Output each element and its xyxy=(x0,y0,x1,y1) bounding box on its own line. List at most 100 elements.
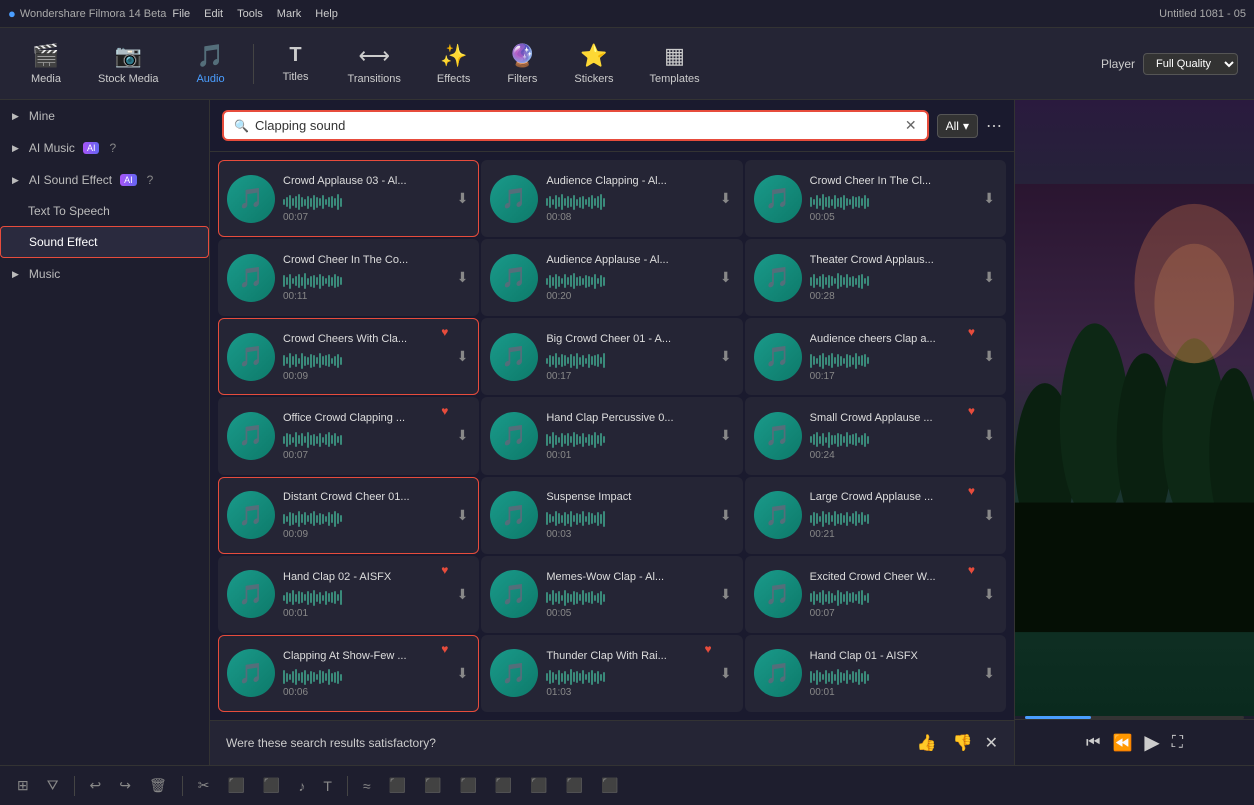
sound-play-icon[interactable]: 🎵 xyxy=(754,333,802,381)
tool-1[interactable]: ⬛ xyxy=(384,774,411,797)
sidebar-sound-effect[interactable]: Sound Effect xyxy=(0,226,209,258)
download-button-5[interactable]: ⬇ xyxy=(718,267,734,288)
sound-card-13[interactable]: 🎵 Distant Crowd Cheer 01... 00:09 ⬇ xyxy=(218,477,479,554)
sound-play-icon[interactable]: 🎵 xyxy=(227,175,275,223)
cut-button[interactable]: ✂ xyxy=(193,774,215,797)
sound-play-icon[interactable]: 🎵 xyxy=(227,570,275,618)
fullscreen-button[interactable]: ⛶ xyxy=(1172,734,1183,752)
sound-card-17[interactable]: 🎵 Memes-Wow Clap - Al... 00:05 ⬇ xyxy=(481,556,742,633)
toolbar-filters[interactable]: 🔮 Filters xyxy=(492,37,552,91)
sound-play-icon[interactable]: 🎵 xyxy=(754,570,802,618)
sidebar-text-to-speech[interactable]: Text To Speech xyxy=(0,196,209,226)
sound-play-icon[interactable]: 🎵 xyxy=(490,649,538,697)
clear-search-button[interactable]: ✕ xyxy=(905,117,917,134)
menu-mark[interactable]: Mark xyxy=(277,8,301,20)
sound-play-icon[interactable]: 🎵 xyxy=(490,175,538,223)
download-button-13[interactable]: ⬇ xyxy=(455,505,471,526)
sidebar-item-ai-sound[interactable]: ▶ AI Sound Effect AI ? xyxy=(0,164,209,196)
download-button-1[interactable]: ⬇ xyxy=(455,188,471,209)
sound-card-12[interactable]: ♥ 🎵 Small Crowd Applause ... 00:24 ⬇ xyxy=(745,397,1006,474)
toolbar-transitions[interactable]: ⟷ Transitions xyxy=(334,37,415,91)
download-button-16[interactable]: ⬇ xyxy=(455,584,471,605)
download-button-21[interactable]: ⬇ xyxy=(981,663,997,684)
thumbs-up-button[interactable]: 👍 xyxy=(913,731,941,755)
download-button-9[interactable]: ⬇ xyxy=(981,346,997,367)
menu-file[interactable]: File xyxy=(172,8,190,20)
pointer-tool-button[interactable]: ⛛ xyxy=(42,774,64,797)
split-button[interactable]: ⬛ xyxy=(222,774,249,797)
sound-card-8[interactable]: 🎵 Big Crowd Cheer 01 - A... 00:17 ⬇ xyxy=(481,318,742,395)
crop-button[interactable]: ⬛ xyxy=(258,774,285,797)
redo-button[interactable]: ↪ xyxy=(114,774,136,797)
sound-card-18[interactable]: ♥ 🎵 Excited Crowd Cheer W... 00:07 ⬇ xyxy=(745,556,1006,633)
search-input-wrap[interactable]: 🔍 ✕ xyxy=(222,110,929,141)
grid-view-button[interactable]: ⊞ xyxy=(12,774,34,797)
sound-card-10[interactable]: ♥ 🎵 Office Crowd Clapping ... 00:07 ⬇ xyxy=(218,397,479,474)
toolbar-stock[interactable]: 📷 Stock Media xyxy=(84,37,173,91)
audio-button[interactable]: ♪ xyxy=(293,775,310,797)
filter-dropdown[interactable]: All ▾ xyxy=(937,114,978,138)
sidebar-item-music[interactable]: ▶ Music xyxy=(0,258,209,290)
sound-card-19[interactable]: ♥ 🎵 Clapping At Show-Few ... 00:06 ⬇ xyxy=(218,635,479,712)
sound-play-icon[interactable]: 🎵 xyxy=(490,254,538,302)
download-button-19[interactable]: ⬇ xyxy=(455,663,471,684)
close-satisfaction-button[interactable]: ✕ xyxy=(985,733,998,753)
sound-play-icon[interactable]: 🎵 xyxy=(490,333,538,381)
text-button[interactable]: T xyxy=(318,775,337,797)
sound-card-21[interactable]: 🎵 Hand Clap 01 - AISFX 00:01 ⬇ xyxy=(745,635,1006,712)
sound-card-20[interactable]: ♥ 🎵 Thunder Clap With Rai... 01:03 ⬇ xyxy=(481,635,742,712)
menu-help[interactable]: Help xyxy=(315,8,338,20)
tool-7[interactable]: ⬛ xyxy=(596,774,623,797)
sound-play-icon[interactable]: 🎵 xyxy=(754,649,802,697)
toolbar-titles[interactable]: T Titles xyxy=(266,38,326,89)
menu-tools[interactable]: Tools xyxy=(237,8,263,20)
quality-select[interactable]: Full Quality Half Quality xyxy=(1143,53,1238,75)
sound-card-4[interactable]: 🎵 Crowd Cheer In The Co... 00:11 ⬇ xyxy=(218,239,479,316)
undo-button[interactable]: ↩ xyxy=(85,774,107,797)
tool-2[interactable]: ⬛ xyxy=(419,774,446,797)
download-button-18[interactable]: ⬇ xyxy=(981,584,997,605)
tool-3[interactable]: ⬛ xyxy=(454,774,481,797)
sound-play-icon[interactable]: 🎵 xyxy=(754,491,802,539)
sound-card-6[interactable]: 🎵 Theater Crowd Applaus... 00:28 ⬇ xyxy=(745,239,1006,316)
tool-4[interactable]: ⬛ xyxy=(490,774,517,797)
download-button-14[interactable]: ⬇ xyxy=(718,505,734,526)
sound-play-icon[interactable]: 🎵 xyxy=(490,412,538,460)
toolbar-stickers[interactable]: ⭐ Stickers xyxy=(560,37,627,91)
sound-card-2[interactable]: 🎵 Audience Clapping - Al... 00:08 ⬇ xyxy=(481,160,742,237)
sound-card-15[interactable]: ♥ 🎵 Large Crowd Applause ... 00:21 ⬇ xyxy=(745,477,1006,554)
sound-card-14[interactable]: 🎵 Suspense Impact 00:03 ⬇ xyxy=(481,477,742,554)
download-button-12[interactable]: ⬇ xyxy=(981,425,997,446)
sound-card-5[interactable]: 🎵 Audience Applause - Al... 00:20 ⬇ xyxy=(481,239,742,316)
download-button-8[interactable]: ⬇ xyxy=(718,346,734,367)
download-button-7[interactable]: ⬇ xyxy=(455,346,471,367)
download-button-20[interactable]: ⬇ xyxy=(718,663,734,684)
menu-edit[interactable]: Edit xyxy=(204,8,223,20)
sound-play-icon[interactable]: 🎵 xyxy=(227,649,275,697)
toolbar-media[interactable]: 🎬 Media xyxy=(16,37,76,91)
download-button-3[interactable]: ⬇ xyxy=(981,188,997,209)
sound-play-icon[interactable]: 🎵 xyxy=(754,175,802,223)
more-options-button[interactable]: ⋯ xyxy=(986,116,1002,136)
download-button-11[interactable]: ⬇ xyxy=(718,425,734,446)
sound-play-icon[interactable]: 🎵 xyxy=(227,491,275,539)
download-button-17[interactable]: ⬇ xyxy=(718,584,734,605)
download-button-10[interactable]: ⬇ xyxy=(455,425,471,446)
sound-play-icon[interactable]: 🎵 xyxy=(754,412,802,460)
toolbar-templates[interactable]: ▦ Templates xyxy=(635,37,713,91)
toolbar-audio[interactable]: 🎵 Audio xyxy=(181,37,241,91)
delete-button[interactable]: 🗑 xyxy=(144,774,172,797)
step-back-button[interactable]: ⏪ xyxy=(1112,733,1132,753)
sound-play-icon[interactable]: 🎵 xyxy=(227,412,275,460)
sound-card-9[interactable]: ♥ 🎵 Audience cheers Clap a... 00:17 ⬇ xyxy=(745,318,1006,395)
sound-play-icon[interactable]: 🎵 xyxy=(227,254,275,302)
skip-back-button[interactable]: ⏮ xyxy=(1086,734,1100,752)
search-input[interactable] xyxy=(255,118,899,133)
sound-play-icon[interactable]: 🎵 xyxy=(227,333,275,381)
play-button[interactable]: ▶ xyxy=(1144,730,1159,755)
sound-card-7[interactable]: ♥ 🎵 Crowd Cheers With Cla... 00:09 ⬇ xyxy=(218,318,479,395)
download-button-2[interactable]: ⬇ xyxy=(718,188,734,209)
tool-5[interactable]: ⬛ xyxy=(525,774,552,797)
download-button-15[interactable]: ⬇ xyxy=(981,505,997,526)
sound-play-icon[interactable]: 🎵 xyxy=(754,254,802,302)
